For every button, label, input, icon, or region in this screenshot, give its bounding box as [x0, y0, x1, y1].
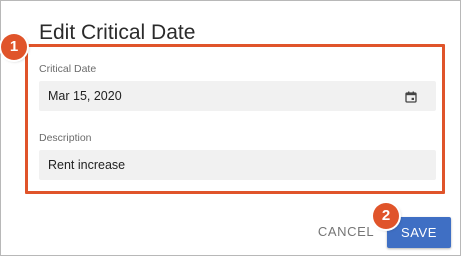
callout-marker-1: 1: [1, 34, 27, 60]
callout-marker-2: 2: [373, 203, 399, 229]
description-input[interactable]: Rent increase: [39, 150, 436, 180]
description-field: Description Rent increase: [39, 132, 436, 180]
description-label: Description: [39, 132, 92, 144]
description-value: Rent increase: [48, 158, 126, 172]
critical-date-value: Mar 15, 2020: [48, 89, 122, 103]
edit-critical-date-dialog: Edit Critical Date Critical Date Mar 15,…: [0, 0, 461, 256]
critical-date-field: Critical Date Mar 15, 2020: [39, 63, 436, 111]
cancel-button[interactable]: CANCEL: [312, 221, 380, 243]
critical-date-input[interactable]: Mar 15, 2020: [39, 81, 436, 111]
calendar-icon[interactable]: [405, 90, 417, 103]
critical-date-label: Critical Date: [39, 63, 97, 75]
dialog-title: Edit Critical Date: [39, 21, 196, 44]
